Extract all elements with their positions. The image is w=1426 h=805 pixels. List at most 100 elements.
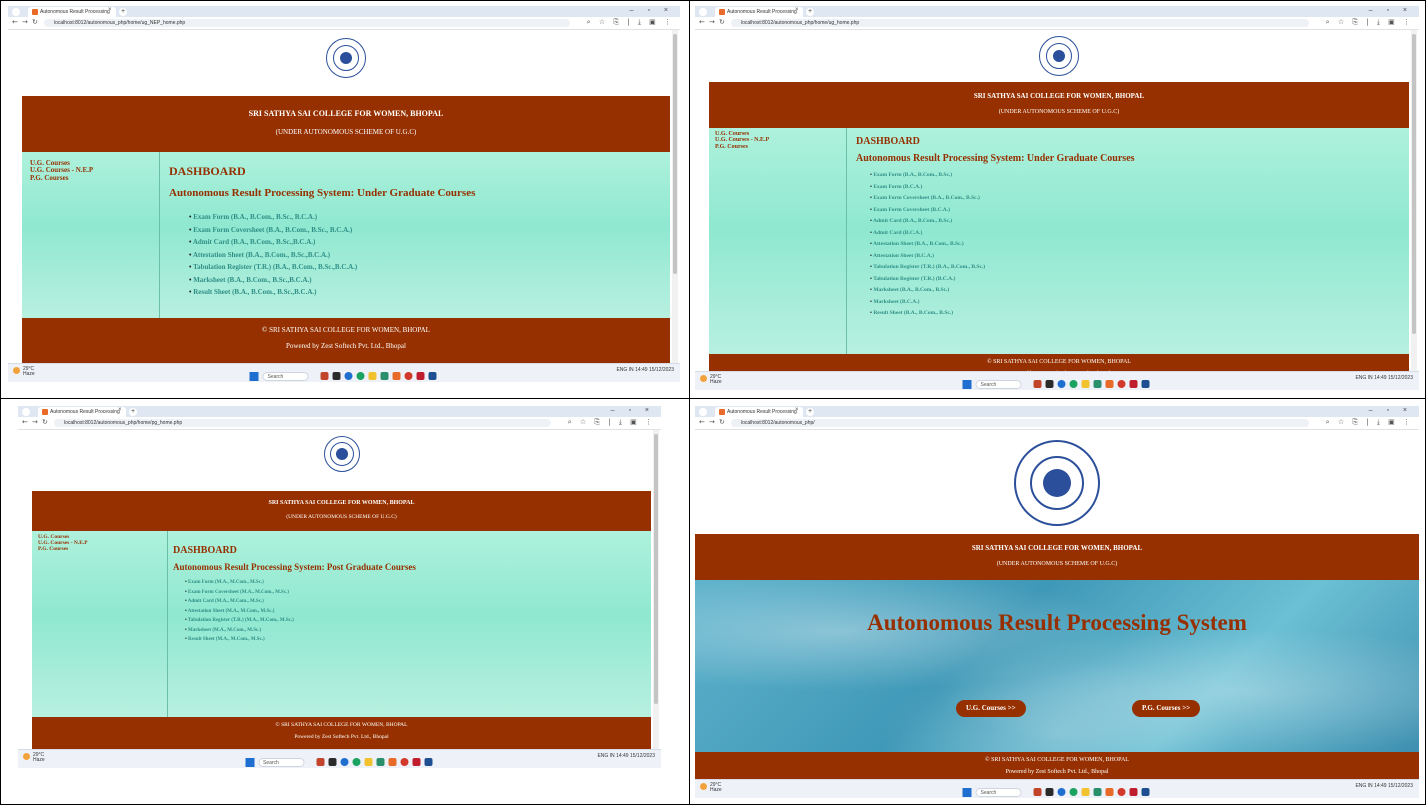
windows-start-icon[interactable]: [249, 371, 259, 381]
app-icon[interactable]: [412, 758, 420, 767]
address-bar[interactable]: localhost:8012/autonomous_php/home/ug_NE…: [44, 19, 570, 27]
window-controls[interactable]: – ▫ ×: [1369, 7, 1413, 14]
windows-start-icon[interactable]: [245, 757, 254, 767]
window-controls[interactable]: – ▫ ×: [1369, 407, 1413, 414]
new-tab-button[interactable]: +: [119, 8, 127, 16]
app-icon[interactable]: [1045, 788, 1054, 797]
app-icon[interactable]: [1093, 788, 1102, 797]
app-icon[interactable]: [416, 372, 425, 381]
address-bar[interactable]: localhost:8012/autonomous_php/home/ug_ho…: [731, 19, 1309, 27]
link-result-sheet[interactable]: Result Sheet (M.A., M.Com., M.Sc.): [185, 635, 651, 645]
tab-close-icon[interactable]: ×: [108, 7, 112, 13]
link-marksheet-bca[interactable]: Marksheet (B.C.A.): [870, 297, 1409, 309]
link-result-sheet[interactable]: Result Sheet (B.A., B.Com., B.Sc.): [870, 308, 1409, 320]
pg-courses-button[interactable]: P.G. Courses >>: [1132, 700, 1201, 717]
folder-icon[interactable]: [1081, 380, 1090, 389]
browser-tab[interactable]: Autonomous Result Processing: [715, 407, 803, 417]
reload-icon[interactable]: ↻: [42, 418, 48, 426]
app-icon[interactable]: [344, 372, 353, 381]
app-icon[interactable]: [1093, 380, 1102, 389]
folder-icon[interactable]: [368, 372, 377, 381]
chrome-icon[interactable]: [1069, 380, 1078, 389]
app-icon[interactable]: [1057, 788, 1066, 797]
weather-widget[interactable]: 29°C Haze: [700, 783, 722, 793]
app-icon[interactable]: [428, 372, 437, 381]
app-icon[interactable]: [1033, 788, 1042, 797]
chrome-icon[interactable]: [356, 372, 365, 381]
app-icon[interactable]: [404, 372, 413, 381]
link-admit-card[interactable]: Admit Card (B.A., B.Com., B.Sc.): [870, 216, 1409, 228]
link-exam-form[interactable]: Exam Form (B.A., B.Com., B.Sc., B.C.A.): [189, 211, 670, 224]
link-tabulation-register[interactable]: Tabulation Register (T.R.) (M.A., M.Com.…: [185, 616, 651, 626]
link-result-sheet[interactable]: Result Sheet (B.A., B.Com., B.Sc.,B.C.A.…: [189, 286, 670, 299]
link-marksheet[interactable]: Marksheet (M.A., M.Com., M.Sc.): [185, 626, 651, 636]
link-exam-form-coversheet[interactable]: Exam Form Coversheet (M.A., M.Com., M.Sc…: [185, 588, 651, 598]
app-icon[interactable]: [388, 758, 396, 767]
tab-close-icon[interactable]: ×: [795, 407, 799, 413]
windows-start-icon[interactable]: [962, 787, 972, 797]
link-admit-card-bca[interactable]: Admit Card (B.C.A.): [870, 228, 1409, 240]
new-tab-button[interactable]: +: [129, 408, 137, 416]
taskbar-search[interactable]: Search: [975, 787, 1022, 797]
page-scrollbar[interactable]: [672, 30, 678, 364]
forward-icon[interactable]: →: [22, 18, 28, 26]
app-icon[interactable]: [340, 758, 348, 767]
page-scrollbar[interactable]: [653, 430, 659, 750]
taskbar-search[interactable]: Search: [262, 371, 309, 381]
browser-tab[interactable]: Autonomous Result Processing: [28, 7, 116, 17]
reload-icon[interactable]: ↻: [32, 18, 38, 26]
toolbar-icons[interactable]: ⌕ ☆ ⎘ | ⤓ ▣ ⋮: [568, 418, 655, 427]
sidebar-item-pg-courses[interactable]: P.G. Courses: [30, 174, 159, 182]
taskbar-search[interactable]: Search: [258, 757, 304, 767]
link-tabulation-register-bca[interactable]: Tabulation Register (T.R.) (B.C.A.): [870, 274, 1409, 286]
link-exam-form-bca[interactable]: Exam Form (B.C.A.): [870, 182, 1409, 194]
app-icon[interactable]: [1129, 788, 1138, 797]
link-attestation-sheet[interactable]: Attestation Sheet (B.A., B.Com., B.Sc.): [870, 239, 1409, 251]
windows-start-icon[interactable]: [962, 379, 972, 389]
ug-courses-button[interactable]: U.G. Courses >>: [956, 700, 1026, 717]
link-exam-form-coversheet-bca[interactable]: Exam Form Coversheet (B.C.A.): [870, 205, 1409, 217]
system-tray[interactable]: ENG IN 14:49 15/12/2023: [616, 367, 674, 373]
link-admit-card[interactable]: Admit Card (B.A., B.Com., B.Sc.,B.C.A.): [189, 236, 670, 249]
system-tray[interactable]: ENG IN 14:49 15/12/2023: [1355, 375, 1413, 381]
link-exam-form-coversheet[interactable]: Exam Form Coversheet (B.A., B.Com., B.Sc…: [870, 193, 1409, 205]
folder-icon[interactable]: [364, 758, 372, 767]
app-icon[interactable]: [1105, 788, 1114, 797]
forward-icon[interactable]: →: [32, 418, 38, 426]
tab-search-button[interactable]: [699, 408, 707, 416]
link-tabulation-register[interactable]: Tabulation Register (T.R.) (B.A., B.Com.…: [189, 261, 670, 274]
link-tabulation-register[interactable]: Tabulation Register (T.R.) (B.A., B.Com.…: [870, 262, 1409, 274]
weather-widget[interactable]: 29°C Haze: [23, 753, 45, 763]
taskbar-search[interactable]: Search: [975, 379, 1022, 389]
app-icon[interactable]: [1117, 788, 1126, 797]
system-tray[interactable]: ENG IN 14:49 15/12/2023: [597, 753, 655, 759]
sidebar-item-pg-courses[interactable]: P.G. Courses: [715, 144, 846, 150]
new-tab-button[interactable]: +: [806, 8, 814, 16]
tab-search-button[interactable]: [12, 8, 20, 16]
app-icon[interactable]: [1141, 380, 1150, 389]
weather-widget[interactable]: 29°C Haze: [700, 375, 722, 385]
browser-tab[interactable]: Autonomous Result Processing: [715, 7, 803, 17]
system-tray[interactable]: ENG IN 14:49 15/12/2023: [1355, 783, 1413, 789]
reload-icon[interactable]: ↻: [719, 18, 725, 26]
app-icon[interactable]: [1129, 380, 1138, 389]
app-icon[interactable]: [1045, 380, 1054, 389]
toolbar-icons[interactable]: ⌕ ☆ ⎘ | ⤓ ▣ ⋮: [1326, 418, 1413, 427]
app-icon[interactable]: [376, 758, 384, 767]
app-icon[interactable]: [392, 372, 401, 381]
window-controls[interactable]: – ▫ ×: [611, 407, 655, 414]
app-icon[interactable]: [380, 372, 389, 381]
folder-icon[interactable]: [1081, 788, 1090, 797]
back-icon[interactable]: ←: [22, 418, 28, 426]
app-icon[interactable]: [320, 372, 329, 381]
reload-icon[interactable]: ↻: [719, 418, 725, 426]
tab-close-icon[interactable]: ×: [795, 7, 799, 13]
chrome-icon[interactable]: [352, 758, 360, 767]
app-icon[interactable]: [316, 758, 324, 767]
tab-close-icon[interactable]: ×: [118, 407, 122, 413]
app-icon[interactable]: [1117, 380, 1126, 389]
tab-search-button[interactable]: [699, 8, 707, 16]
link-attestation-sheet[interactable]: Attestation Sheet (M.A., M.Com., M.Sc.): [185, 607, 651, 617]
app-icon[interactable]: [1141, 788, 1150, 797]
back-icon[interactable]: ←: [12, 18, 18, 26]
